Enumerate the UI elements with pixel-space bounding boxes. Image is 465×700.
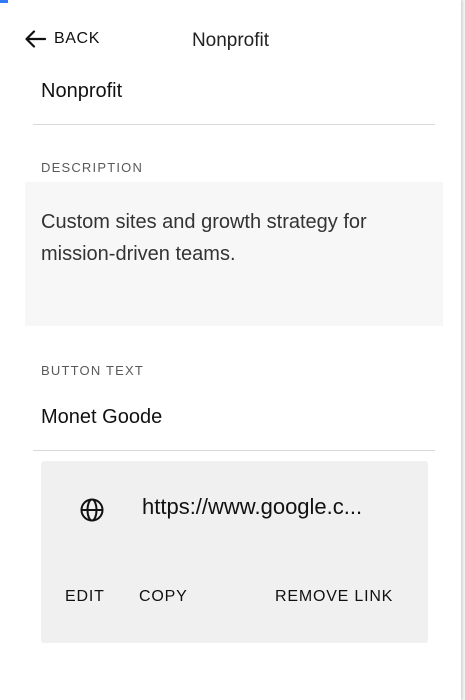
page-title: Nonprofit xyxy=(191,30,270,51)
edit-link-button[interactable]: EDIT xyxy=(65,588,105,606)
accent-bar xyxy=(0,0,8,3)
button-text-label: BUTTON TEXT xyxy=(41,363,145,378)
description-text: Custom sites and growth strategy for mis… xyxy=(41,211,367,265)
description-field[interactable]: Custom sites and growth strategy for mis… xyxy=(25,182,443,326)
divider xyxy=(33,124,435,125)
divider xyxy=(33,450,435,451)
settings-panel: BACK Nonprofit Nonprofit DESCRIPTION Cus… xyxy=(0,0,461,700)
name-field[interactable]: Nonprofit xyxy=(41,80,122,103)
copy-link-button[interactable]: COPY xyxy=(139,588,188,606)
link-actions: EDIT COPY REMOVE LINK xyxy=(41,588,428,612)
button-text-field[interactable]: Monet Goode xyxy=(41,406,162,429)
panel-header: BACK Nonprofit xyxy=(0,22,461,62)
description-label: DESCRIPTION xyxy=(41,160,144,175)
globe-icon xyxy=(79,497,105,528)
remove-link-button[interactable]: REMOVE LINK xyxy=(275,588,393,606)
link-card: https://www.google.c... EDIT COPY REMOVE… xyxy=(41,461,428,643)
link-url[interactable]: https://www.google.c... xyxy=(142,494,412,520)
